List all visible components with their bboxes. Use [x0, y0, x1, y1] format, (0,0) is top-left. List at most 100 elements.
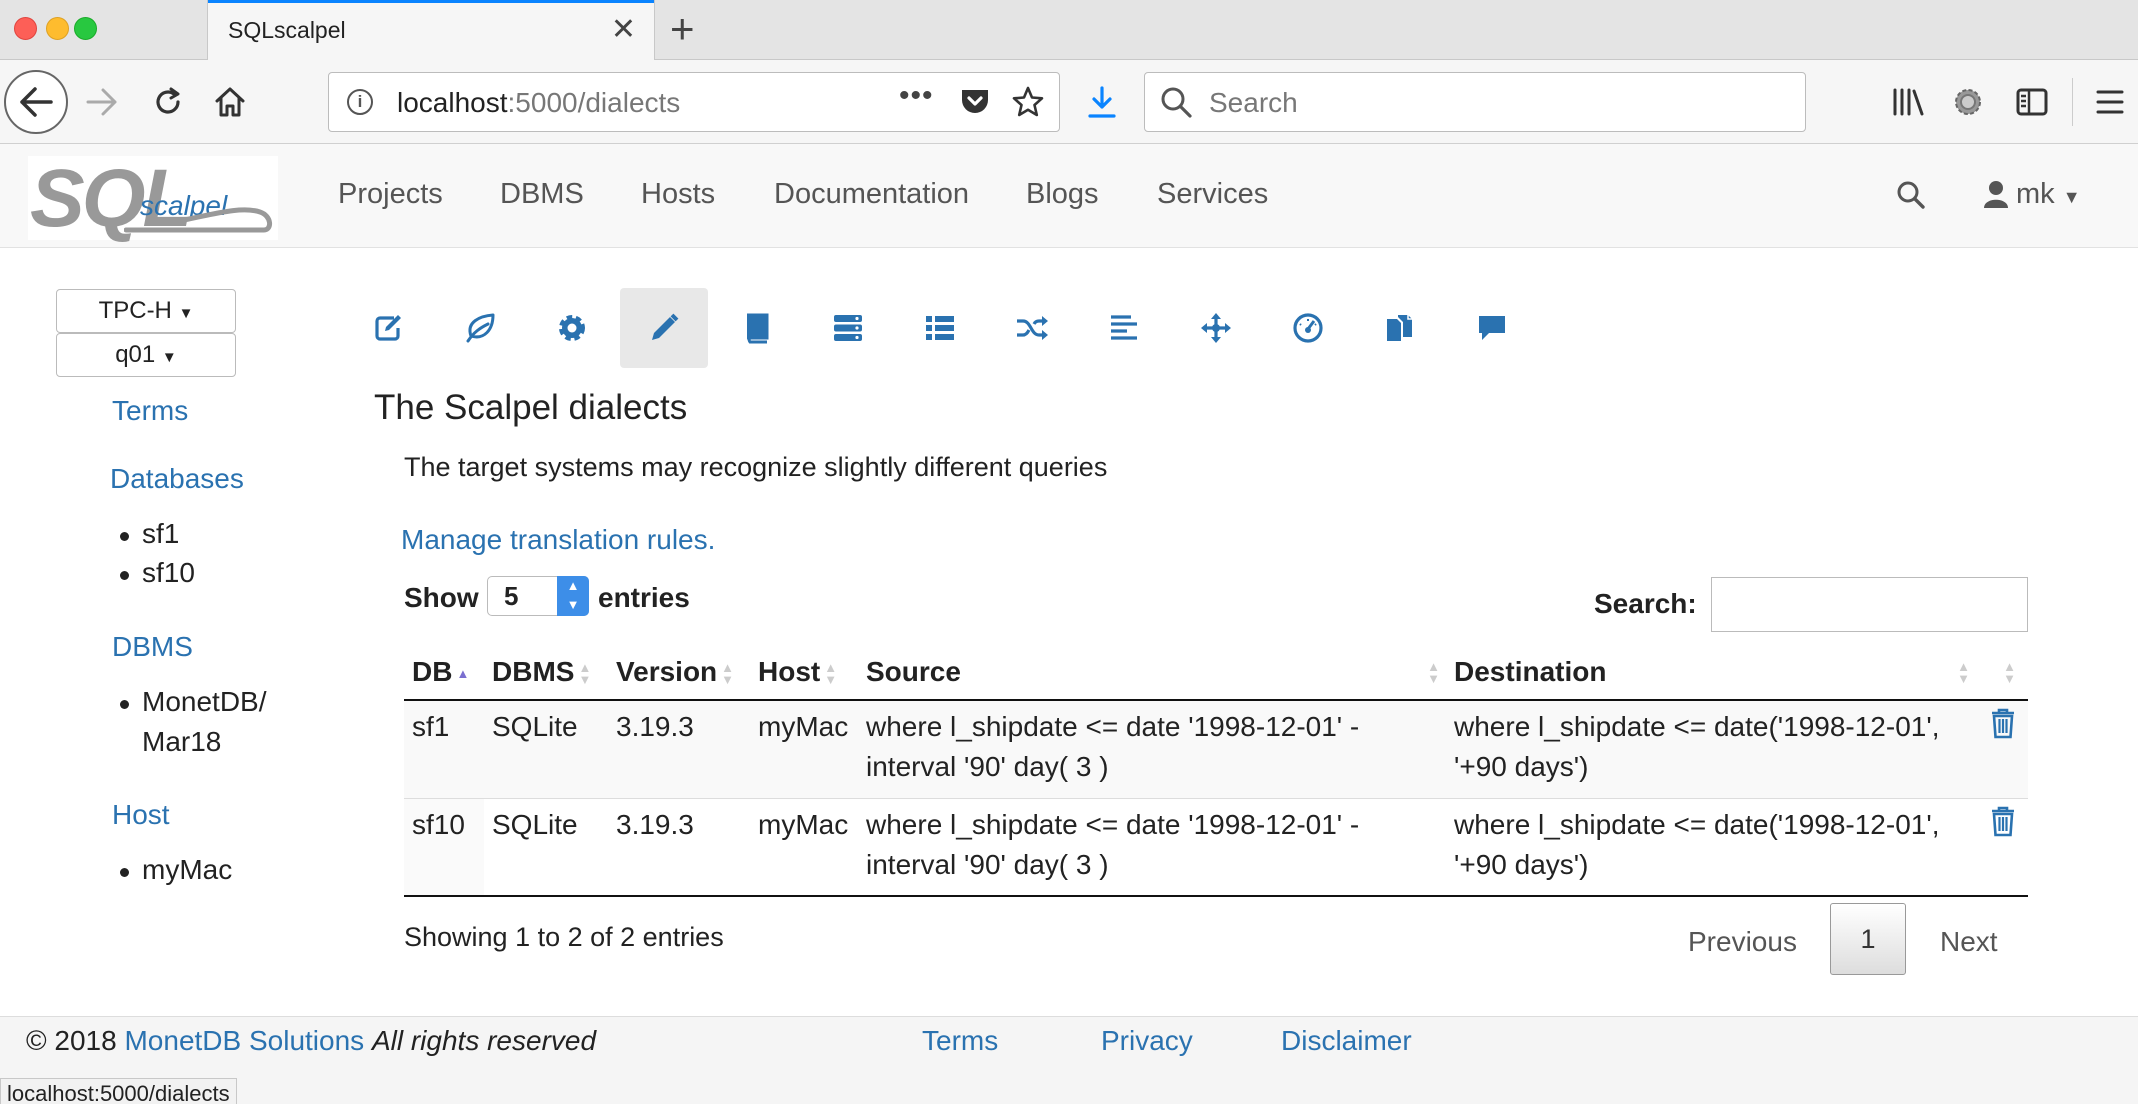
site-search-icon[interactable]: [1896, 180, 1926, 210]
move-icon: [1201, 313, 1231, 343]
leaf-icon: [466, 313, 495, 343]
nav-hosts[interactable]: Hosts: [641, 178, 715, 211]
nav-blogs[interactable]: Blogs: [1026, 178, 1099, 211]
sidebar-dbms-item[interactable]: MonetDB/: [120, 686, 267, 718]
new-tab-icon[interactable]: +: [670, 5, 695, 53]
column-header-version[interactable]: Version ▲ ▼: [608, 645, 750, 701]
query-name: q01: [115, 341, 156, 368]
menu-button[interactable]: [2090, 60, 2130, 144]
browser-toolbar: i localhost:5000/dialects ••• Search: [0, 60, 2138, 144]
column-header-label: Source: [866, 656, 961, 687]
table-header-row: DB ▲ DBMS ▲ ▼ Version ▲ ▼ Host ▲ ▼ Source ▲ ▼ Des…: [404, 645, 2028, 701]
select-stepper-icon: ▲ ▼: [557, 576, 589, 616]
tool-align[interactable]: [1080, 288, 1168, 368]
sort-asc-icon: ▲: [456, 665, 470, 681]
tool-edit[interactable]: [344, 288, 432, 368]
page-actions-icon[interactable]: •••: [899, 79, 934, 113]
sidebar-database-item[interactable]: sf1: [119, 518, 179, 550]
company-link[interactable]: MonetDB Solutions: [124, 1025, 364, 1056]
browser-search-input[interactable]: Search: [1144, 72, 1806, 132]
url-host: localhost: [397, 87, 508, 118]
site-footer: © 2018 MonetDB Solutions All rights rese…: [0, 1016, 2138, 1104]
downloads-button[interactable]: [1082, 60, 1122, 144]
extension-button[interactable]: [1948, 60, 1988, 144]
sqlscalpel-logo[interactable]: SQL scalpel: [28, 153, 278, 244]
browser-status-bar: localhost:5000/dialects: [0, 1078, 237, 1104]
search-placeholder: Search: [1209, 87, 1298, 118]
manage-translation-rules-link[interactable]: Manage translation rules.: [401, 524, 715, 556]
trash-icon[interactable]: [1990, 805, 2016, 837]
cell-destination-line: '+90 days'): [1454, 848, 1589, 880]
column-header-dbms[interactable]: DBMS ▲ ▼: [484, 645, 608, 701]
site-info-icon[interactable]: i: [347, 89, 373, 115]
sidebar-host-item[interactable]: myMac: [119, 854, 232, 886]
footer-terms-link[interactable]: Terms: [922, 1025, 998, 1057]
tool-list[interactable]: [896, 288, 984, 368]
footer-privacy-link[interactable]: Privacy: [1101, 1025, 1193, 1057]
tab-accent: [208, 0, 654, 3]
user-menu[interactable]: mk ▼: [2016, 178, 2081, 211]
library-button[interactable]: [1888, 60, 1928, 144]
tool-comment[interactable]: [1448, 288, 1536, 368]
copyright-year: © 2018: [26, 1025, 117, 1056]
project-dropdown[interactable]: TPC-H ▼: [56, 289, 236, 333]
page-length-select[interactable]: 5 ▲ ▼: [487, 576, 589, 616]
column-header-host[interactable]: Host ▲ ▼: [750, 645, 858, 701]
column-header-source[interactable]: Source ▲ ▼: [858, 645, 1446, 701]
cell-dbms: SQLite: [484, 700, 608, 799]
tool-shuffle[interactable]: [988, 288, 1076, 368]
url-bar[interactable]: i localhost:5000/dialects •••: [328, 72, 1060, 132]
tool-move[interactable]: [1172, 288, 1260, 368]
window-zoom-button[interactable]: [74, 17, 97, 40]
back-button[interactable]: [4, 70, 68, 134]
pagination-previous[interactable]: Previous: [1688, 926, 1797, 958]
sidebar-terms-link[interactable]: Terms: [112, 395, 188, 427]
nav-dbms[interactable]: DBMS: [500, 178, 584, 211]
sidebar-dbms-item-cont[interactable]: Mar18: [142, 726, 221, 758]
sidebar-dbms-title[interactable]: DBMS: [112, 631, 193, 663]
tool-leaf[interactable]: [436, 288, 524, 368]
tool-dashboard[interactable]: [1264, 288, 1352, 368]
cell-source: where l_shipdate <= date '1998-12-01' - i…: [858, 798, 1446, 897]
sidebar-databases-title[interactable]: Databases: [110, 463, 244, 495]
cell-host: myMac: [750, 798, 858, 897]
sidebar-button[interactable]: [2012, 60, 2052, 144]
comment-icon: [1479, 316, 1505, 340]
nav-projects[interactable]: Projects: [338, 178, 443, 211]
sidebar-host-title[interactable]: Host: [112, 799, 170, 831]
window-close-button[interactable]: [14, 17, 37, 40]
table-search-input[interactable]: [1711, 577, 2028, 632]
query-dropdown[interactable]: q01 ▼: [56, 333, 236, 377]
cell-destination-line: where l_shipdate <= date('1998-12-01',: [1454, 711, 1940, 742]
forward-button[interactable]: [80, 60, 124, 144]
column-header-destination[interactable]: Destination ▲ ▼: [1446, 645, 1976, 701]
nav-documentation[interactable]: Documentation: [774, 178, 969, 211]
home-button[interactable]: [208, 60, 252, 144]
tool-book[interactable]: [712, 288, 800, 368]
window-minimize-button[interactable]: [46, 17, 69, 40]
bookmark-star-icon[interactable]: [1011, 85, 1045, 124]
page-title: The Scalpel dialects: [374, 388, 688, 427]
cell-destination: where l_shipdate <= date('1998-12-01', '+…: [1446, 798, 1976, 897]
footer-disclaimer-link[interactable]: Disclaimer: [1281, 1025, 1412, 1057]
pagination-next[interactable]: Next: [1940, 926, 1998, 958]
column-header-actions[interactable]: ▲ ▼: [1976, 645, 2028, 701]
tool-settings[interactable]: [528, 288, 616, 368]
arrow-left-icon: [20, 87, 53, 117]
shuffle-icon: [1017, 316, 1048, 340]
sort-icon: ▲ ▼: [2003, 659, 2016, 686]
sort-icon: ▲ ▼: [721, 659, 735, 687]
cell-actions: [1976, 798, 2028, 897]
tool-servers[interactable]: [804, 288, 892, 368]
pagination-page-1[interactable]: 1: [1830, 903, 1906, 975]
column-header-db[interactable]: DB ▲: [404, 645, 484, 701]
tool-copy[interactable]: [1356, 288, 1444, 368]
tool-dialects[interactable]: [620, 288, 708, 368]
pocket-icon[interactable]: [959, 87, 991, 122]
reload-button[interactable]: [146, 60, 190, 144]
sidebar-database-item[interactable]: sf10: [120, 557, 195, 589]
browser-tab[interactable]: SQLscalpel ✕: [207, 0, 655, 61]
nav-services[interactable]: Services: [1157, 178, 1268, 211]
trash-icon[interactable]: [1990, 707, 2016, 739]
tab-close-icon[interactable]: ✕: [611, 12, 636, 47]
